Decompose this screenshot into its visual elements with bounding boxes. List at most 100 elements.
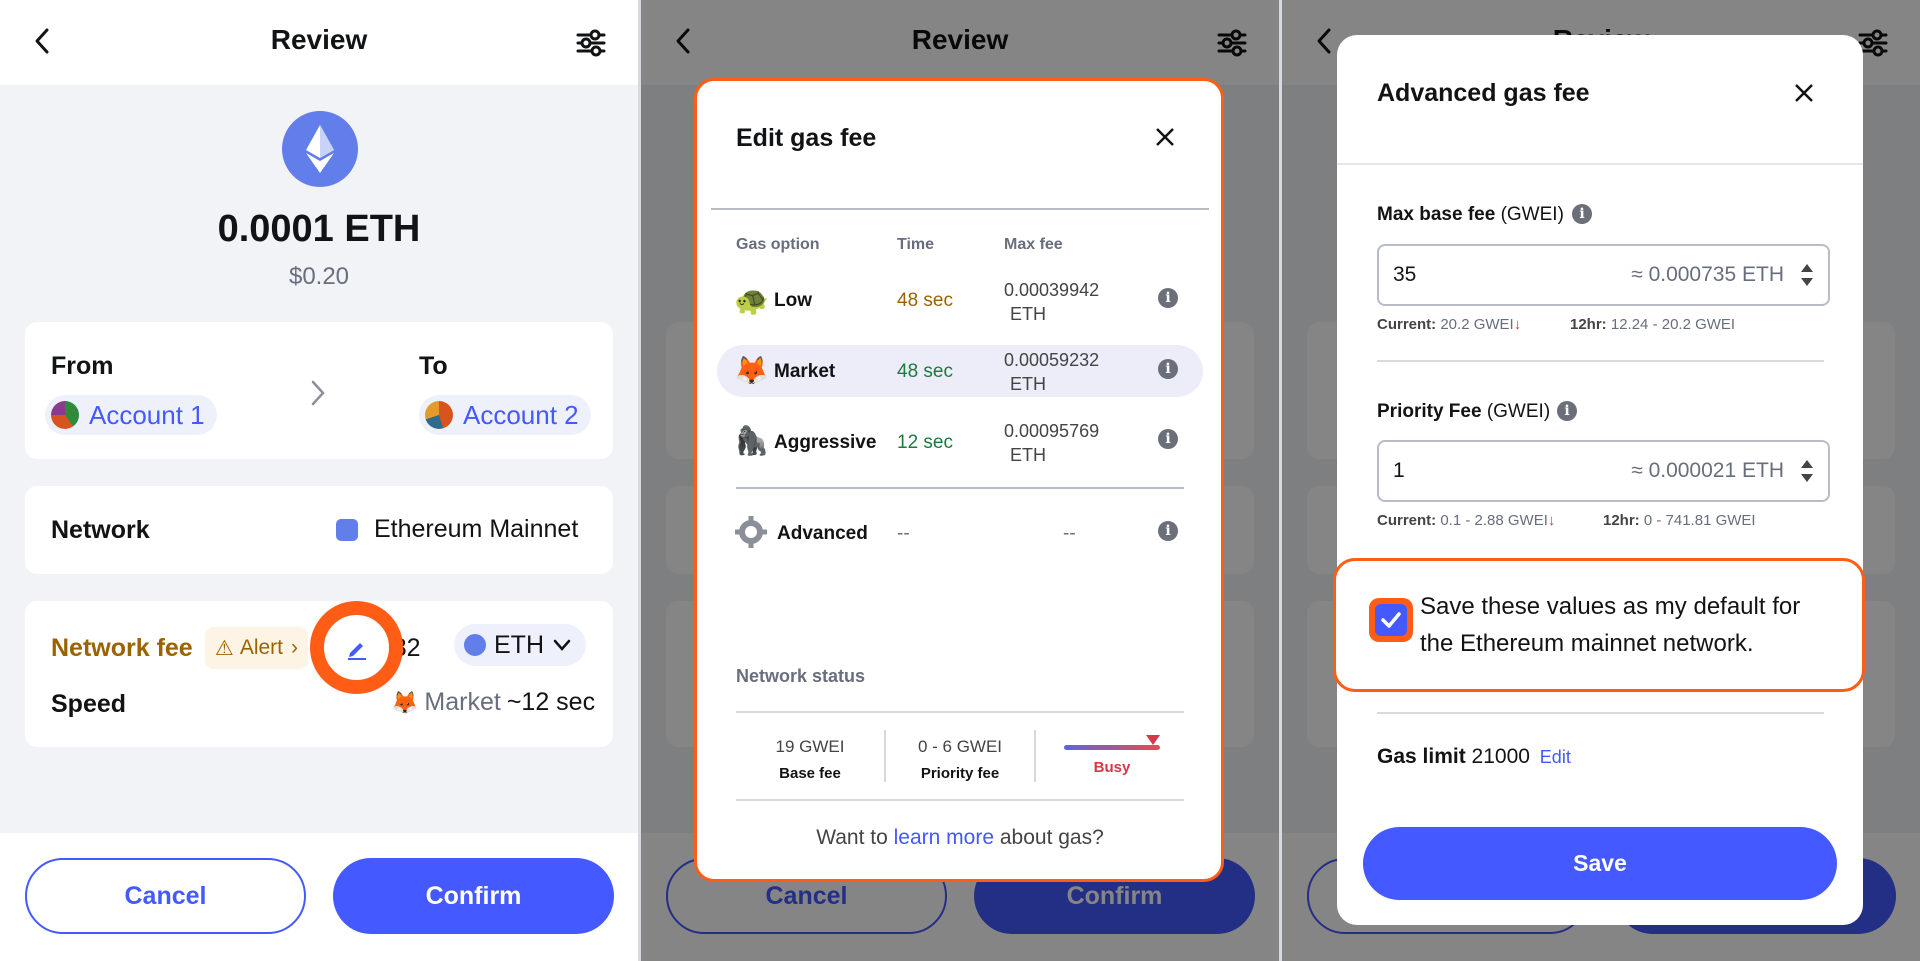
divider [711,208,1209,210]
to-account[interactable]: Account 2 [419,395,591,435]
max-base-fee-input[interactable]: 35 ≈ 0.000735 ETH [1377,244,1830,306]
divider [736,711,1184,713]
option-fee: 0.00059232 ETH [1004,348,1099,396]
info-icon[interactable]: i [1572,204,1592,224]
priority-fee-unit: (GWEI) [1486,401,1551,422]
gear-icon [735,516,767,548]
network-value: Ethereum Mainnet [374,515,579,543]
info-icon[interactable]: i [1158,288,1178,308]
current-label: Current: [1377,316,1437,333]
edit-fee-button[interactable] [310,601,403,694]
from-account-name: Account 1 [89,399,205,430]
fox-icon: 🦊 [734,355,769,386]
chevron-right-icon [311,380,325,406]
option-time: 48 sec [897,290,953,311]
base-fee-label: Base fee [779,765,841,782]
priority-fee-current: Current: 0.1 - 2.88 GWEI↓ [1377,512,1555,529]
modal-title: Advanced gas fee [1377,79,1590,107]
col-gas-option: Gas option [736,236,820,253]
12hr-label: 12hr: [1603,512,1640,529]
speed-value: 🦊 Market ~12 sec [391,688,595,717]
network-card: Network Ethereum Mainnet [25,486,613,574]
gas-limit-value: 21000 [1471,745,1530,768]
network-busy-gauge [1064,745,1160,750]
speed-label: Speed [51,690,127,718]
busy-label: Busy [1093,759,1131,776]
option-fee-value: 0.00039942 [1004,280,1100,300]
divider [1377,712,1824,714]
speed-option: Market [424,688,501,716]
learn-more-link[interactable]: learn more [894,826,994,849]
max-base-fee-unit: (GWEI) [1500,204,1564,225]
learn-prefix: Want to [816,826,894,849]
checkmark-icon [1381,612,1401,628]
option-time: 12 sec [897,432,953,453]
option-fee: 0.00039942 ETH [1004,278,1099,326]
network-label: Network [51,516,150,544]
learn-suffix: about gas? [994,826,1104,849]
close-icon[interactable] [1791,80,1817,106]
fee-token: ETH [494,630,544,659]
arrow-down-icon: ↓ [1513,316,1522,333]
col-max-fee: Max fee [1004,236,1063,253]
priority-fee-title: Priority Fee [1377,401,1482,422]
cancel-button[interactable]: Cancel [25,858,306,934]
priority-fee-12hr: 12hr: 0 - 741.81 GWEI [1603,512,1756,529]
current-value: 20.2 GWEI [1440,316,1514,333]
confirm-button[interactable]: Confirm [333,858,614,934]
from-label: From [51,352,114,380]
from-to-card: From To Account 1 Account 2 [25,322,613,459]
option-name: Market [774,361,836,382]
option-time: -- [897,523,910,544]
12hr-value: 12.24 - 20.2 GWEI [1610,316,1736,333]
pencil-icon [348,643,366,660]
info-icon[interactable]: i [1158,521,1178,541]
learn-more-text: Want to learn more about gas? [736,826,1184,850]
option-fee-value: 0.00059232 [1004,350,1100,370]
stepper-icon[interactable] [1800,262,1814,288]
fiat-amount: $0.20 [288,263,350,290]
ethereum-logo-icon [282,111,358,187]
info-icon[interactable]: i [1158,359,1178,379]
save-default-checkbox[interactable] [1375,604,1407,636]
info-icon[interactable]: i [1557,401,1577,421]
fee-token-selector[interactable]: ETH [454,624,586,666]
settings-sliders-icon[interactable] [574,26,608,60]
amount: 0.0001 ETH [217,208,421,250]
priority-fee-eth: ≈ 0.000021 ETH [1631,459,1784,482]
max-base-fee-current: Current: 20.2 GWEI↓ [1377,316,1521,333]
option-time: 48 sec [897,361,953,382]
option-fee-unit: ETH [1010,374,1046,394]
from-account[interactable]: Account 1 [45,395,217,435]
col-time: Time [897,236,935,253]
header: Review [0,0,638,85]
max-base-fee-title: Max base fee [1377,204,1496,225]
account-avatar-icon [51,401,79,429]
base-fee-value: 19 GWEI [775,737,845,756]
priority-fee-value: 0 - 6 GWEI [917,737,1003,756]
speed-time: ~12 sec [506,688,596,716]
divider [1337,163,1863,165]
alert-label: Alert [239,636,284,659]
divider [736,799,1184,801]
gas-limit-edit-link[interactable]: Edit [1540,747,1571,767]
info-icon[interactable]: i [1158,429,1178,449]
arrow-down-icon: ↓ [1547,512,1556,529]
alert-badge[interactable]: ⚠ Alert › [205,627,309,669]
max-base-fee-12hr: 12hr: 12.24 - 20.2 GWEI [1570,316,1735,333]
divider [1377,360,1824,362]
gauge-marker-icon [1146,735,1160,745]
save-button[interactable]: Save [1363,827,1837,900]
priority-fee-input[interactable]: 1 ≈ 0.000021 ETH [1377,440,1830,502]
turtle-icon: 🐢 [734,285,769,316]
network-fee-label: Network fee [51,634,193,662]
network-status-label: Network status [736,666,866,686]
modal-title: Edit gas fee [736,124,877,152]
priority-fee-label: Priority fee [920,765,1000,782]
stepper-icon[interactable] [1800,458,1814,484]
close-icon[interactable] [1152,124,1178,150]
current-value: 0.1 - 2.88 GWEI [1440,512,1548,529]
option-fee-unit: ETH [1010,445,1046,465]
option-name: Low [774,290,812,311]
max-base-fee-label: Max base fee (GWEI) [1377,204,1564,226]
